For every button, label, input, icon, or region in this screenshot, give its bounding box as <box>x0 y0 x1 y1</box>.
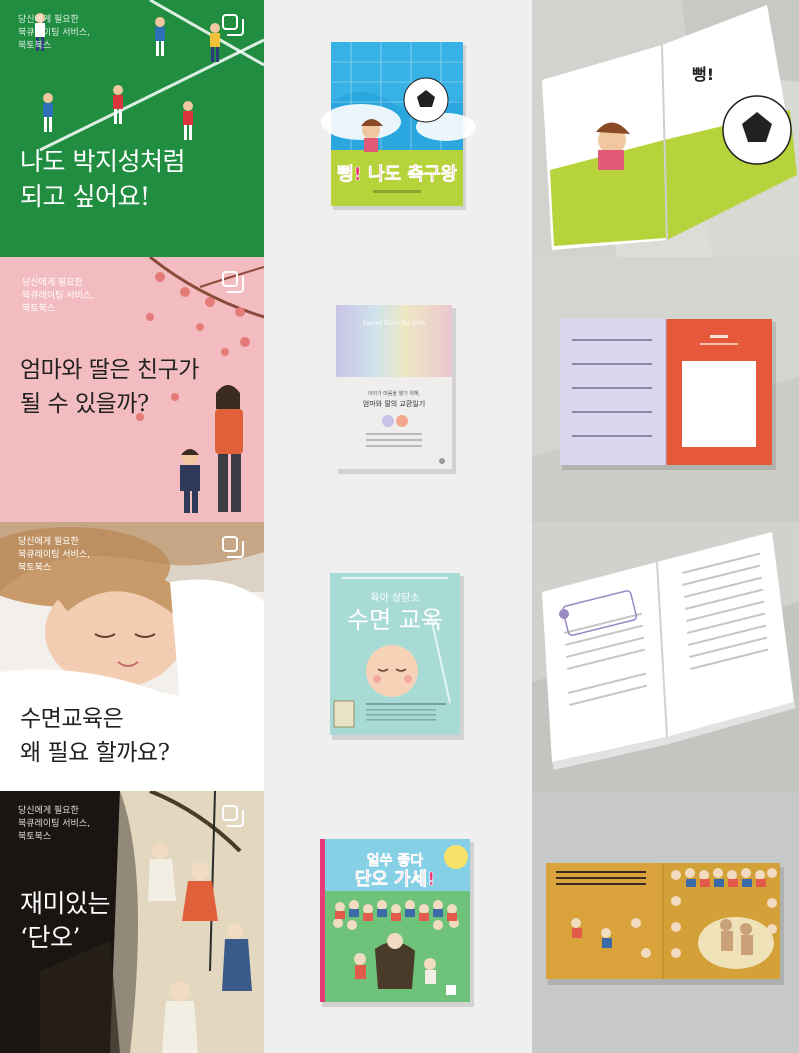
promo-tile-mother-daughter[interactable]: 당신에게 필요한 북큐레이팅 서비스, 북토북스 엄마와 딸은 친구가 될 수 … <box>0 257 264 522</box>
book-spread-sleep <box>532 522 799 791</box>
book-cover-diary: Secret Diary for Girls 아이가 마음을 열기 위해, 엄마… <box>264 257 532 522</box>
promo-tile-sleep-training[interactable]: 당신에게 필요한 북큐레이팅 서비스, 북토북스 수면교육은 왜 필요 할까요? <box>0 522 264 791</box>
headline-line: 나도 박지성처럼 <box>20 147 185 176</box>
tagline-line: 북큐레이팅 서비스, <box>18 819 90 829</box>
multiple-images-icon <box>222 14 244 36</box>
tagline-line: 북토북스 <box>22 304 56 314</box>
tagline-line: 북큐레이팅 서비스, <box>18 28 90 38</box>
book-cover-sleep: 육아 상담소 수면 교육 <box>264 522 532 791</box>
promo-headline: 수면교육은 왜 필요 할까요? <box>20 702 170 770</box>
image-grid: 당신에게 필요한 북큐레이팅 서비스, 북토북스 나도 박지성처럼 되고 싶어요… <box>0 0 799 1053</box>
book-cover-tile-sleep[interactable]: 육아 상담소 수면 교육 <box>264 522 532 791</box>
book-spread-tile-dano[interactable] <box>532 791 799 1053</box>
book-subtitle: 아이가 마음을 열기 위해, <box>368 390 421 397</box>
book-spread-diary <box>532 257 799 522</box>
book-cover-soccer: 뻥! 나도 축구왕 <box>264 0 532 257</box>
promo-tagline: 당신에게 필요한 북큐레이팅 서비스, 북토북스 <box>18 536 90 575</box>
promo-tagline: 당신에게 필요한 북큐레이팅 서비스, 북토북스 <box>22 277 94 316</box>
multiple-images-icon <box>222 271 244 293</box>
book-spread-tile-diary[interactable] <box>532 257 799 522</box>
tagline-line: 북큐레이팅 서비스, <box>22 291 94 301</box>
spread-heading-text: 뻥! <box>692 65 714 84</box>
book-cover-tile-dano[interactable]: 얼쑤 좋다 단오 가세! <box>264 791 532 1053</box>
promo-tile-soccer[interactable]: 당신에게 필요한 북큐레이팅 서비스, 북토북스 나도 박지성처럼 되고 싶어요… <box>0 0 264 257</box>
book-cover-tile-diary[interactable]: Secret Diary for Girls 아이가 마음을 열기 위해, 엄마… <box>264 257 532 522</box>
tagline-line: 당신에게 필요한 <box>22 278 83 288</box>
headline-line: 될 수 있을까? <box>20 391 149 417</box>
multiple-images-icon <box>222 805 244 827</box>
book-series-text: 육아 상담소 <box>370 592 419 604</box>
book-title-line: 얼쑤 좋다 <box>367 853 424 869</box>
book-title-line: 단오 가세! <box>355 869 436 890</box>
promo-tagline: 당신에게 필요한 북큐레이팅 서비스, 북토북스 <box>18 805 90 844</box>
promo-tile-dano[interactable]: 당신에게 필요한 북큐레이팅 서비스, 북토북스 재미있는 ‘단오’ <box>0 791 264 1053</box>
book-title-text: 뻥! 나도 축구왕 <box>337 164 458 185</box>
tagline-line: 북토북스 <box>18 832 52 842</box>
promo-headline: 재미있는 ‘단오’ <box>20 887 111 955</box>
book-title-text: 수면 교육 <box>347 606 443 634</box>
book-spread-tile-soccer[interactable]: 뻥! <box>532 0 799 257</box>
tagline-line: 북토북스 <box>18 563 52 573</box>
headline-line: 왜 필요 할까요? <box>20 740 170 766</box>
headline-line: ‘단오’ <box>20 923 80 952</box>
tagline-line: 당신에게 필요한 <box>18 537 79 547</box>
book-cover-tile-soccer[interactable]: 뻥! 나도 축구왕 <box>264 0 532 257</box>
tagline-line: 북큐레이팅 서비스, <box>18 550 90 560</box>
multiple-images-icon <box>222 536 244 558</box>
promo-headline: 엄마와 딸은 친구가 될 수 있을까? <box>20 353 199 421</box>
promo-tagline: 당신에게 필요한 북큐레이팅 서비스, 북토북스 <box>18 14 90 53</box>
headline-line: 수면교육은 <box>20 706 124 732</box>
headline-line: 재미있는 <box>20 889 111 918</box>
book-spread-dano <box>532 791 799 1053</box>
tagline-line: 당신에게 필요한 <box>18 15 79 25</box>
book-english-title: Secret Diary for Girls <box>363 320 426 327</box>
book-title-text: 엄마와 딸의 교환일기 <box>363 399 425 408</box>
tagline-line: 북토북스 <box>18 41 52 51</box>
headline-line: 되고 싶어요! <box>20 182 150 211</box>
book-spread-soccer: 뻥! <box>532 0 799 257</box>
book-cover-dano: 얼쑤 좋다 단오 가세! <box>264 791 532 1053</box>
promo-headline: 나도 박지성처럼 되고 싶어요! <box>20 144 185 214</box>
headline-line: 엄마와 딸은 친구가 <box>20 357 199 383</box>
tagline-line: 당신에게 필요한 <box>18 806 79 816</box>
book-spread-tile-sleep[interactable] <box>532 522 799 791</box>
